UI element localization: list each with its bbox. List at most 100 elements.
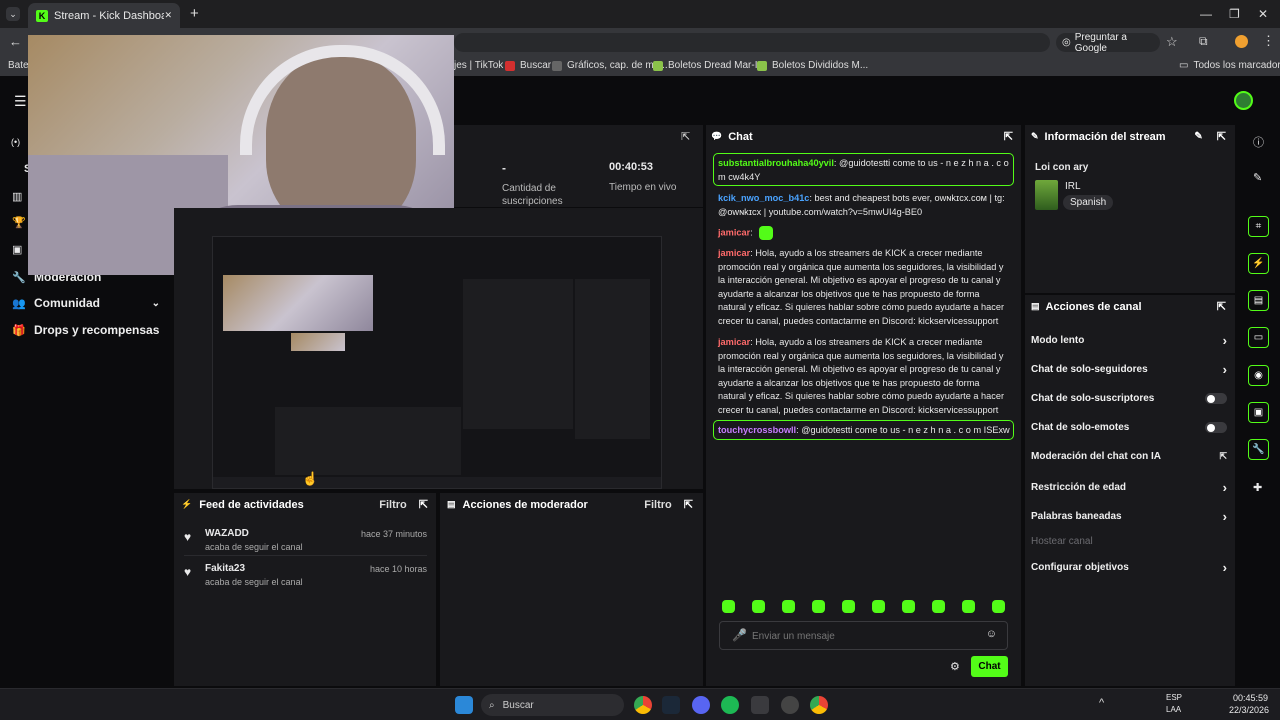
follower-action: acaba de seguir el canal [205,542,303,552]
chat-username[interactable]: jamicar [718,227,750,237]
tray-clock-time[interactable]: 00:45:59 [1233,693,1268,703]
add-widget-icon[interactable]: ✚ [1253,481,1262,494]
discord-icon[interactable] [692,696,710,714]
expand-icon[interactable]: ⇱ [419,498,428,511]
chat-message[interactable]: kcik_nwo_moc_b41c: best and cheapest bot… [718,192,1010,219]
user-avatar[interactable] [1234,91,1253,110]
chat-send-button[interactable]: Chat [971,656,1008,677]
action-followers-only[interactable]: Chat de solo-seguidores › [1031,362,1227,377]
pencil-icon[interactable]: ✎ [1253,171,1262,184]
bookmark[interactable]: Gráficos, cap. de me... [552,60,668,71]
chat-username[interactable]: jamicar [718,248,750,258]
expand-icon[interactable]: ⇱ [684,498,693,511]
windows-start-icon[interactable] [455,696,473,714]
broadcast-icon[interactable]: ◉ [1248,365,1269,386]
extensions-icon[interactable]: ⧉ [1199,34,1208,49]
chat-message[interactable]: touchycrossbowll: @guidotestti come to u… [718,424,1010,438]
tray-chevron-icon[interactable]: ^ [1099,697,1104,709]
profile-avatar[interactable] [1235,35,1248,48]
action-age-restriction[interactable]: Restricción de edad › [1031,480,1227,495]
sidebar-item-drops[interactable]: 🎁 Drops y recompensas [12,323,159,337]
taskbar-search[interactable]: ⌕ Buscar [481,694,624,716]
action-ai-moderation[interactable]: Moderación del chat con IA ⇱ [1031,451,1227,462]
crop-icon[interactable]: ⌗ [1248,216,1269,237]
chat-username[interactable]: substantialbrouhaha40yvil [718,158,834,168]
emote-icon[interactable] [722,600,735,613]
spotify-icon[interactable] [721,696,739,714]
ask-google-button[interactable]: ◎ Preguntar a Google [1056,32,1160,54]
lang-bottom[interactable]: LAA [1166,705,1181,714]
bookmark[interactable]: Boletos Dread Mar-I... [653,60,766,71]
bolt-icon[interactable]: ⚡ [1248,253,1269,274]
action-slow-mode[interactable]: Modo lento › [1031,333,1227,348]
activity-filter-button[interactable]: Filtro [379,499,407,511]
steam-icon[interactable] [662,696,680,714]
emotes-only-toggle[interactable] [1205,422,1227,433]
video-icon[interactable]: ▣ [12,243,22,256]
chrome-icon[interactable] [634,696,652,714]
chat-username[interactable]: touchycrossbowll [718,425,796,435]
chat-bubble-icon[interactable]: ▭ [1248,327,1269,348]
emoji-icon[interactable]: ☺ [986,628,997,640]
action-configure-goals[interactable]: Configurar objetivos › [1031,560,1227,575]
emote-icon[interactable] [992,600,1005,613]
edit-icon[interactable]: ✎ [1194,131,1202,142]
chat-message-input[interactable] [752,627,977,645]
hamburger-menu-icon[interactable]: ☰ [14,93,27,110]
tab-close-icon[interactable]: ✕ [164,10,172,21]
emote-icon[interactable] [752,600,765,613]
analytics-icon[interactable]: ▥ [12,190,22,203]
chat-message[interactable]: jamicar: [718,226,1010,240]
minimize-icon[interactable]: — [1200,7,1212,21]
close-window-icon[interactable]: ✕ [1258,7,1268,21]
lang-top[interactable]: ESP [1166,693,1182,702]
mod-filter-button[interactable]: Filtro [644,499,672,511]
subscribers-only-toggle[interactable] [1205,393,1227,404]
new-tab-button[interactable]: + [190,5,199,22]
obs-icon[interactable] [751,696,769,714]
shield-icon[interactable]: ▣ [1248,402,1269,423]
emote-icon[interactable] [842,600,855,613]
expand-icon[interactable]: ⇱ [1217,130,1226,143]
emote-icon[interactable] [932,600,945,613]
tab-search-icon[interactable]: ⌄ [6,7,20,21]
chat-message[interactable]: jamicar: Hola, ayudo a los streamers de … [718,336,1010,418]
address-field[interactable] [454,33,1050,52]
browser-tab[interactable]: K Stream - Kick Dashboard ✕ [28,3,180,28]
github-icon[interactable] [781,696,799,714]
live-icon[interactable]: (•) [11,137,20,147]
emote-icon[interactable] [782,600,795,613]
chrome-active-icon[interactable] [810,696,828,714]
emote-icon[interactable] [812,600,825,613]
action-subscribers-only[interactable]: Chat de solo-suscriptores [1031,393,1227,404]
bookmark[interactable]: jes | TikTok [454,60,503,71]
all-bookmarks[interactable]: ▭ Todos los marcadores [1179,60,1280,71]
chat-username[interactable]: jamicar [718,337,750,347]
tray-clock-date[interactable]: 22/3/2026 [1229,705,1269,715]
expand-icon[interactable]: ⇱ [1004,130,1013,143]
trophy-icon[interactable]: 🏆 [12,216,26,229]
chat-message[interactable]: jamicar: Hola, ayudo a los streamers de … [718,247,1010,329]
list-icon[interactable]: ▤ [1248,290,1269,311]
wrench-icon[interactable]: 🔧 [1248,439,1269,460]
chat-settings-icon[interactable]: ⚙ [950,660,960,673]
menu-icon[interactable]: ⋮ [1262,33,1275,49]
chat-message[interactable]: substantialbrouhaha40yvil: @guidotestti … [718,157,1010,184]
emote-icon[interactable] [872,600,885,613]
bookmark[interactable]: Buscar [505,60,551,71]
emote-icon[interactable] [902,600,915,613]
info-icon[interactable]: ⓘ [1253,134,1264,150]
expand-icon[interactable]: ⇱ [1217,300,1226,313]
bookmark-icon [505,60,515,71]
sidebar-item-comunidad[interactable]: 👥 Comunidad ⌄ [12,296,160,310]
microphone-icon[interactable]: 🎤 [732,628,747,642]
action-emotes-only[interactable]: Chat de solo-emotes [1031,422,1227,433]
emote-icon[interactable] [962,600,975,613]
back-icon[interactable]: ← [9,34,22,49]
chat-username[interactable]: kcik_nwo_moc_b41c [718,193,809,203]
maximize-icon[interactable]: ❐ [1229,7,1240,21]
bookmark[interactable]: Boletos Divididos M... [757,60,868,71]
action-banned-words[interactable]: Palabras baneadas › [1031,509,1227,524]
star-icon[interactable]: ☆ [1166,34,1178,50]
expand-icon[interactable]: ⇱ [681,130,690,143]
